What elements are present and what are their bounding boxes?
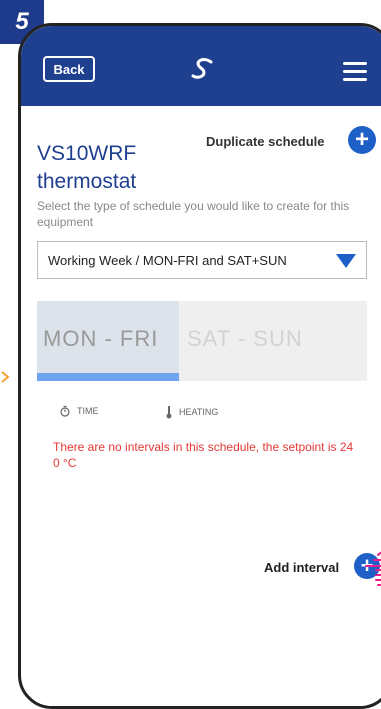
pointing-hand-icon: [365, 551, 381, 586]
time-column-header: TIME: [59, 405, 99, 417]
empty-schedule-message: There are no intervals in this schedule,…: [53, 440, 354, 470]
add-interval-label[interactable]: Add interval: [264, 560, 339, 575]
day-tabs: MON - FRI SAT - SUN: [37, 301, 367, 381]
s-logo-icon: [191, 58, 213, 79]
schedule-type-select[interactable]: Working Week / MON-FRI and SAT+SUN: [37, 241, 367, 279]
heating-column-header: HEATING: [165, 405, 218, 419]
pointer-arrow-icon: [1, 371, 10, 383]
schedule-panel: MON - FRI SAT - SUN TIME HEATING There a…: [37, 301, 381, 706]
chevron-down-icon[interactable]: [336, 254, 356, 268]
instruction-text: Select the type of schedule you would li…: [37, 199, 350, 229]
stopwatch-icon: [60, 405, 70, 417]
schedule-type-value: Working Week / MON-FRI and SAT+SUN: [48, 252, 287, 268]
heating-label: HEATING: [179, 407, 219, 417]
back-button[interactable]: Back: [43, 56, 95, 82]
tab-sat-sun[interactable]: SAT - SUN: [187, 326, 303, 352]
time-label: TIME: [77, 406, 99, 416]
duplicate-schedule-label[interactable]: Duplicate schedule: [206, 134, 324, 149]
tab-mon-fri[interactable]: MON - FRI: [43, 326, 158, 352]
duplicate-schedule-button[interactable]: +: [348, 126, 376, 154]
device-title: VS10WRF thermostat: [37, 142, 137, 193]
thermometer-icon: [166, 406, 172, 419]
active-tab-indicator: [37, 373, 179, 381]
top-bar: Back: [21, 26, 381, 106]
phone-frame: Back Duplicate schedule + VS10WRF thermo…: [18, 23, 381, 709]
hamburger-menu-icon[interactable]: [343, 62, 367, 81]
